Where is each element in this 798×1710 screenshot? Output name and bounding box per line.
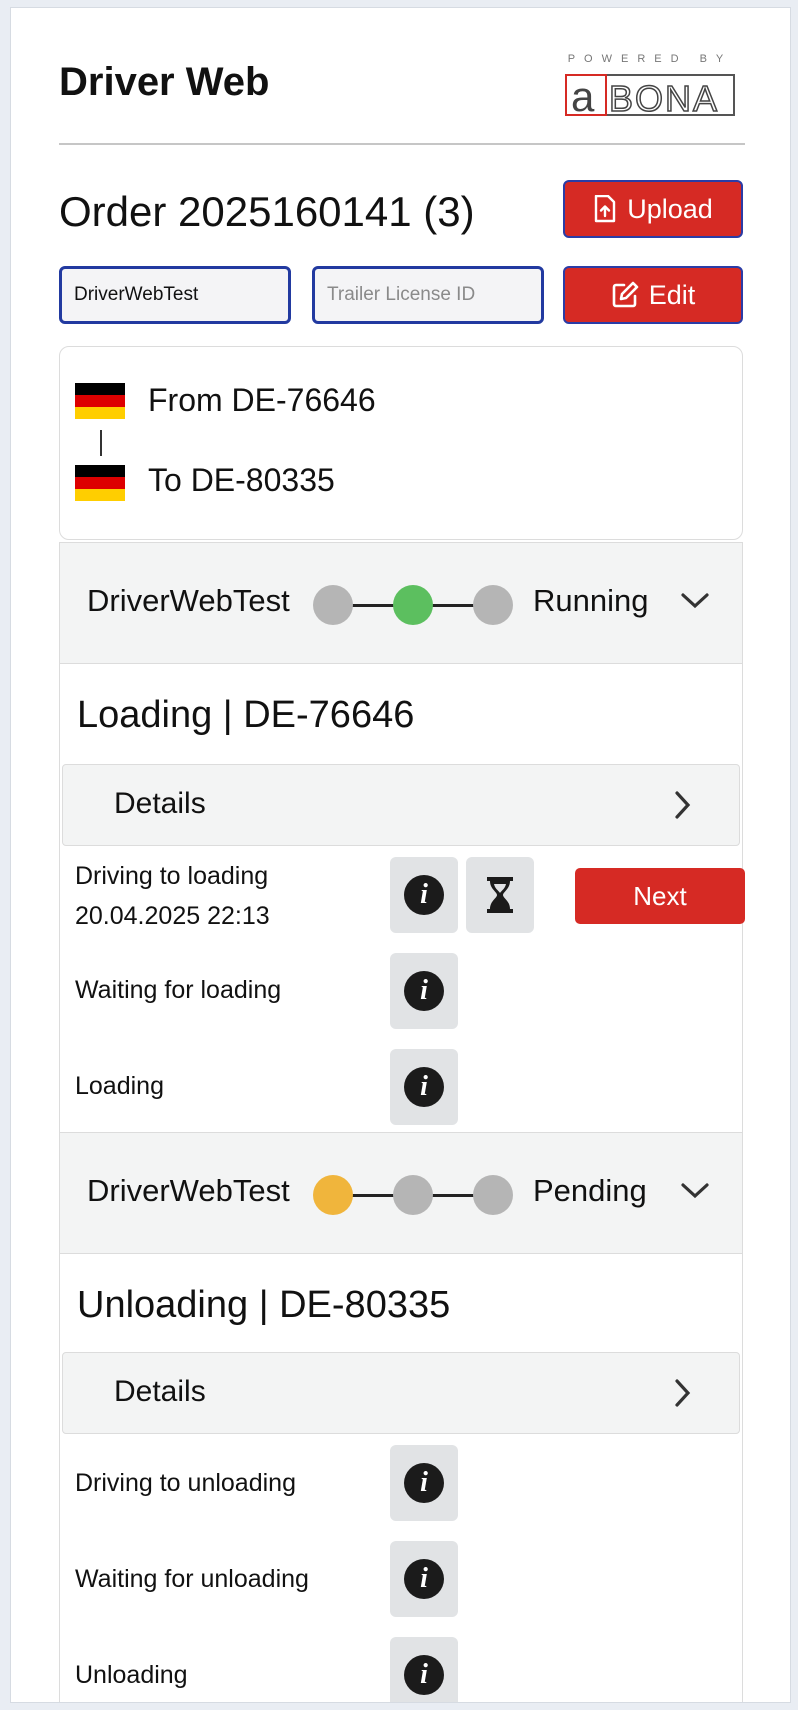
route-to: To DE-80335 [148, 462, 335, 498]
route-connector [100, 430, 102, 456]
upload-file-icon [595, 195, 616, 223]
step-timestamp: 20.04.2025 22:13 [75, 902, 270, 930]
stop-body-loading: Loading | DE-76646 Details Driving to lo… [59, 664, 745, 1136]
chevron-right-icon [675, 791, 691, 819]
chevron-down-icon[interactable] [680, 1181, 710, 1201]
stop-body-unloading: Unloading | DE-80335 Details Driving to … [59, 1254, 743, 1702]
svg-text:a: a [571, 73, 595, 117]
step-label: Waiting for loading [75, 976, 282, 1004]
route-card: From DE-76646 To DE-80335 [59, 346, 743, 540]
details-row[interactable]: Details [62, 764, 740, 846]
info-icon: i [404, 875, 444, 915]
progress-dot [393, 1175, 433, 1215]
progress-dot [313, 585, 353, 625]
progress-line [351, 1194, 395, 1197]
progress-indicator [313, 1175, 513, 1215]
progress-line [351, 604, 395, 607]
step-label: Waiting for unloading [75, 1565, 309, 1593]
info-button[interactable]: i [390, 1445, 458, 1521]
step-label: Driving to loading 20.04.2025 22:13 [75, 856, 270, 936]
info-button[interactable]: i [390, 1541, 458, 1617]
progress-indicator [313, 585, 513, 625]
progress-dot-active [313, 1175, 353, 1215]
info-button[interactable]: i [390, 857, 458, 933]
header-divider [59, 143, 745, 145]
progress-dot-active [393, 585, 433, 625]
stop-header-unloading[interactable]: DriverWebTest Pending [59, 1132, 743, 1254]
upload-button-label: Upload [627, 193, 713, 224]
timer-button[interactable] [466, 857, 534, 933]
details-label: Details [114, 787, 206, 820]
step-name: Driving to loading [75, 862, 269, 890]
info-icon: i [404, 1655, 444, 1695]
logo-mark: a BONA [565, 73, 735, 117]
stop-title: Loading | DE-76646 [77, 694, 415, 736]
next-button[interactable]: Next [575, 868, 745, 924]
chevron-down-icon[interactable] [680, 591, 710, 611]
info-icon: i [404, 971, 444, 1011]
stop-driver-name: DriverWebTest [87, 583, 290, 618]
germany-flag-icon [75, 383, 125, 419]
stop-status: Running [533, 583, 649, 618]
route-from: From DE-76646 [148, 382, 376, 418]
edit-button[interactable]: Edit [563, 266, 743, 324]
info-icon: i [404, 1463, 444, 1503]
progress-dot [473, 1175, 513, 1215]
svg-text:BONA: BONA [609, 78, 719, 117]
main-card: Driver Web POWERED BY a BONA Order 20251… [10, 7, 791, 1703]
stop-status: Pending [533, 1173, 647, 1208]
app-title: Driver Web [59, 60, 270, 104]
upload-button[interactable]: Upload [563, 180, 743, 238]
stop-title: Unloading | DE-80335 [77, 1284, 451, 1326]
abona-logo: POWERED BY a BONA [555, 53, 745, 123]
germany-flag-icon [75, 465, 125, 501]
chevron-right-icon [675, 1379, 691, 1407]
step-label: Driving to unloading [75, 1469, 296, 1497]
info-icon: i [404, 1067, 444, 1107]
edit-button-label: Edit [648, 279, 696, 310]
progress-dot [473, 585, 513, 625]
edit-icon [612, 281, 639, 308]
details-label: Details [114, 1375, 206, 1408]
hourglass-icon [487, 877, 513, 913]
step-label: Unloading [75, 1661, 188, 1689]
stop-header-loading[interactable]: DriverWebTest Running [59, 542, 743, 664]
driver-name-field[interactable] [59, 266, 291, 324]
info-button[interactable]: i [390, 1637, 458, 1702]
order-title: Order 2025160141 (3) [59, 188, 475, 235]
stop-driver-name: DriverWebTest [87, 1173, 290, 1208]
progress-line [431, 1194, 475, 1197]
details-row[interactable]: Details [62, 1352, 740, 1434]
info-button[interactable]: i [390, 1049, 458, 1125]
step-label: Loading [75, 1072, 164, 1100]
logo-powered-by: POWERED BY [567, 53, 733, 65]
info-button[interactable]: i [390, 953, 458, 1029]
progress-line [431, 604, 475, 607]
info-icon: i [404, 1559, 444, 1599]
trailer-license-field[interactable] [312, 266, 544, 324]
